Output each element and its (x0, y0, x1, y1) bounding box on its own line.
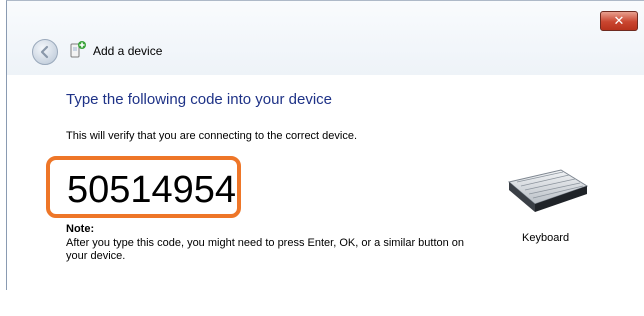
note-label: Note: (66, 223, 95, 235)
title-bar: ✕ Add a device (7, 1, 644, 75)
window-title: Add a device (93, 44, 163, 58)
add-device-window: ✕ Add a device Type the following code i… (6, 0, 644, 290)
close-icon: ✕ (613, 13, 625, 28)
content-area: Type the following code into your device… (7, 75, 644, 290)
keyboard-icon (507, 169, 589, 212)
pairing-code: 50514954 (67, 169, 237, 211)
back-arrow-icon (40, 45, 49, 59)
close-button[interactable]: ✕ (600, 11, 638, 31)
note-text: After you type this code, you might need… (66, 237, 465, 262)
device-label: Keyboard (522, 232, 570, 244)
back-button[interactable] (32, 39, 58, 65)
page-title: Type the following code into your device (66, 91, 332, 108)
add-device-icon (70, 41, 86, 58)
description-text: This will verify that you are connecting… (66, 130, 358, 142)
